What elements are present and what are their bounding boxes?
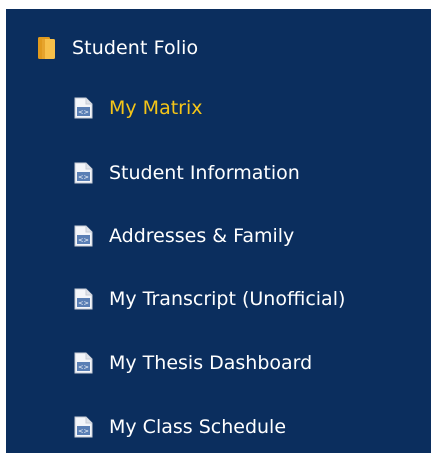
menu-item-label: Addresses & Family (109, 225, 295, 247)
document-icon: <> (74, 352, 93, 374)
menu-item-my-thesis-dashboard[interactable]: <> My Thesis Dashboard (74, 346, 312, 380)
svg-text:<>: <> (78, 363, 89, 371)
menu-item-addresses-family[interactable]: <> Addresses & Family (74, 219, 294, 253)
menu-item-label: My Transcript (Unofficial) (109, 288, 346, 310)
navigation-panel: Student Folio <> My Matrix <> Student In… (6, 9, 431, 453)
document-icon: <> (74, 225, 93, 247)
folder-label: Student Folio (72, 37, 199, 59)
menu-item-label: My Class Schedule (109, 416, 287, 438)
svg-text:<>: <> (78, 236, 89, 244)
document-icon: <> (74, 97, 93, 119)
folder-student-folio[interactable]: Student Folio (36, 31, 198, 65)
svg-text:<>: <> (78, 427, 89, 435)
menu-item-my-class-schedule[interactable]: <> My Class Schedule (74, 410, 286, 444)
svg-text:<>: <> (78, 108, 89, 116)
menu-item-student-information[interactable]: <> Student Information (74, 156, 300, 190)
svg-text:<>: <> (78, 299, 89, 307)
menu-item-label: Student Information (109, 162, 300, 184)
document-icon: <> (74, 162, 93, 184)
menu-item-my-transcript[interactable]: <> My Transcript (Unofficial) (74, 282, 345, 316)
document-icon: <> (74, 416, 93, 438)
menu-item-label: My Matrix (109, 97, 203, 119)
folder-icon (38, 37, 55, 59)
menu-item-my-matrix[interactable]: <> My Matrix (74, 91, 203, 125)
document-icon: <> (74, 288, 93, 310)
svg-text:<>: <> (78, 173, 89, 181)
menu-item-label: My Thesis Dashboard (109, 352, 313, 374)
